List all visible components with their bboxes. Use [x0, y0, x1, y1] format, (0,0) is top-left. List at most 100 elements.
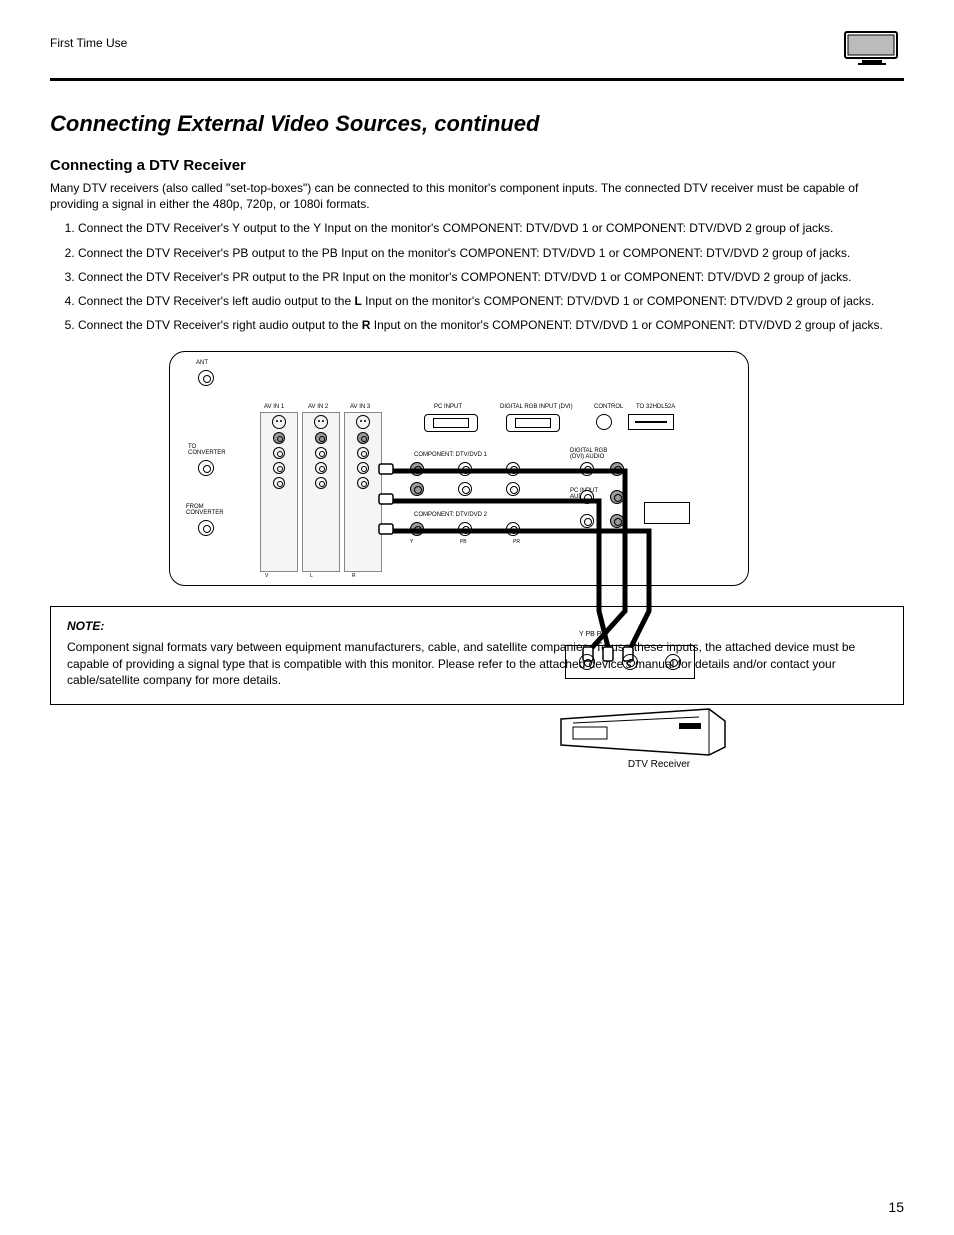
- note-heading: NOTE:: [67, 619, 887, 633]
- step-5: Connect the DTV Receiver's right audio o…: [78, 317, 904, 333]
- av3-svideo: [356, 415, 370, 429]
- av2-video: [315, 432, 327, 444]
- dvi-port: [506, 414, 560, 432]
- av3-r: [357, 477, 369, 489]
- comp1-row1-y: [410, 462, 424, 476]
- comp2-pb: [458, 522, 472, 536]
- title-main: Connecting External Video Sources,: [50, 111, 428, 136]
- comp1-y: [410, 482, 424, 496]
- audio-block: DIGITAL RGB (DVI) AUDIO PC INPUT AUDIO: [572, 462, 632, 542]
- label-av3: AV IN 3: [350, 404, 370, 410]
- label-dtv-strip: Y PB PR: [579, 631, 607, 638]
- step-2: Connect the DTV Receiver's PB output to …: [78, 245, 904, 261]
- step-4a: Connect the DTV Receiver's left audio ou…: [78, 294, 354, 308]
- diagram-container: ANT TO CONVERTER FROM CONVERTER AV IN 1 …: [50, 351, 904, 586]
- step-4c: Input on the monitor's COMPONENT: DTV/DV…: [362, 294, 874, 308]
- av1-r: [273, 477, 285, 489]
- label-comp1: COMPONENT: DTV/DVD 1: [414, 452, 487, 458]
- av3-l: [357, 447, 369, 459]
- label-monitor-l: L: [310, 574, 313, 579]
- jack-to-converter: [198, 460, 214, 476]
- av3-column: [344, 412, 382, 572]
- mon-audio-l: [580, 514, 594, 528]
- comp1-pr: [506, 482, 520, 496]
- breadcrumb: First Time Use: [50, 30, 904, 50]
- jack-from-converter: [198, 520, 214, 536]
- av2-y: [315, 462, 327, 474]
- dtv-rca-strip: [565, 645, 695, 679]
- label-av1: AV IN 1: [264, 404, 284, 410]
- av1-l: [273, 447, 285, 459]
- label-dvi-input: DIGITAL RGB INPUT (DVI): [500, 404, 573, 410]
- dtv-pr-jack: [665, 654, 681, 670]
- label-from-converter: FROM CONVERTER: [186, 504, 224, 516]
- pc-port: [424, 414, 478, 432]
- page-number: 15: [888, 1199, 904, 1215]
- dvi-audio-r: [610, 462, 624, 476]
- step-4: Connect the DTV Receiver's left audio ou…: [78, 293, 904, 309]
- steps-list: Connect the DTV Receiver's Y output to t…: [78, 220, 904, 333]
- label-pb1: PB: [460, 499, 467, 505]
- mon-audio-r: [610, 514, 624, 528]
- step-1: Connect the DTV Receiver's Y output to t…: [78, 220, 904, 236]
- comp1-pb: [458, 482, 472, 496]
- label-dvi-audio: DIGITAL RGB (DVI) AUDIO: [570, 448, 607, 460]
- step-3: Connect the DTV Receiver's PR output to …: [78, 269, 904, 285]
- label-y1: Y: [410, 499, 413, 505]
- intro-heading: Connecting a DTV Receiver: [50, 157, 904, 174]
- intro-section: Connecting a DTV Receiver Many DTV recei…: [50, 157, 904, 333]
- dtv-receiver-group: Y PB PR DTV Receiver: [559, 631, 759, 770]
- label-comp2: COMPONENT: DTV/DVD 2: [414, 512, 487, 518]
- dvi-audio-l: [580, 462, 594, 476]
- dtv-y-jack: [579, 654, 595, 670]
- av1-y: [273, 462, 285, 474]
- label-monitor-r: R: [352, 574, 356, 579]
- label-pc-input: PC INPUT: [434, 404, 462, 410]
- step-5a: Connect the DTV Receiver's right audio o…: [78, 318, 362, 332]
- av1-video: [273, 432, 285, 444]
- label-monitor-out-l: V: [265, 574, 268, 579]
- rear-panel-diagram: ANT TO CONVERTER FROM CONVERTER AV IN 1 …: [169, 351, 785, 586]
- label-to-converter: TO CONVERTER: [188, 444, 226, 456]
- label-control: CONTROL: [594, 404, 623, 410]
- tv-monitor-icon: [844, 30, 904, 66]
- label-dtv-receiver: DTV Receiver: [559, 759, 759, 770]
- label-ant: ANT: [196, 360, 208, 366]
- header-rule: [50, 78, 904, 81]
- av3-video: [357, 432, 369, 444]
- control-port: [596, 414, 612, 430]
- page-header: First Time Use: [50, 30, 904, 70]
- rear-panel: ANT TO CONVERTER FROM CONVERTER AV IN 1 …: [169, 351, 749, 586]
- dtv-pb-jack: [622, 654, 638, 670]
- av3-y: [357, 462, 369, 474]
- jack-ant: [198, 370, 214, 386]
- label-service: TO 32HDL52A: [636, 404, 675, 410]
- label-pb2: PB: [460, 539, 467, 545]
- label-av2: AV IN 2: [308, 404, 328, 410]
- component2-block: Y PB PR: [410, 522, 520, 572]
- intro-paragraph: Many DTV receivers (also called "set-top…: [50, 180, 904, 212]
- step-4b: L: [354, 294, 361, 308]
- pc-audio-r: [610, 490, 624, 504]
- av2-column: [302, 412, 340, 572]
- service-slot: [628, 414, 674, 430]
- av1-column: [260, 412, 298, 572]
- note-body: Component signal formats vary between eq…: [67, 639, 887, 688]
- dtv-receiver-icon: [559, 701, 729, 757]
- av1-svideo: [272, 415, 286, 429]
- label-pr2: PR: [513, 539, 520, 545]
- step-5c: Input on the monitor's COMPONENT: DTV/DV…: [370, 318, 882, 332]
- pc-audio-l: [580, 490, 594, 504]
- comp2-pr: [506, 522, 520, 536]
- av2-l: [315, 447, 327, 459]
- misc-port: [644, 502, 690, 524]
- comp2-y: [410, 522, 424, 536]
- label-y2: Y: [410, 539, 413, 545]
- page-title: Connecting External Video Sources, conti…: [50, 111, 904, 137]
- av2-r: [315, 477, 327, 489]
- comp1-row1-pr: [506, 462, 520, 476]
- title-continued: continued: [434, 111, 539, 136]
- note-box: NOTE: Component signal formats vary betw…: [50, 606, 904, 705]
- av2-svideo: [314, 415, 328, 429]
- label-pr1: PR: [513, 499, 520, 505]
